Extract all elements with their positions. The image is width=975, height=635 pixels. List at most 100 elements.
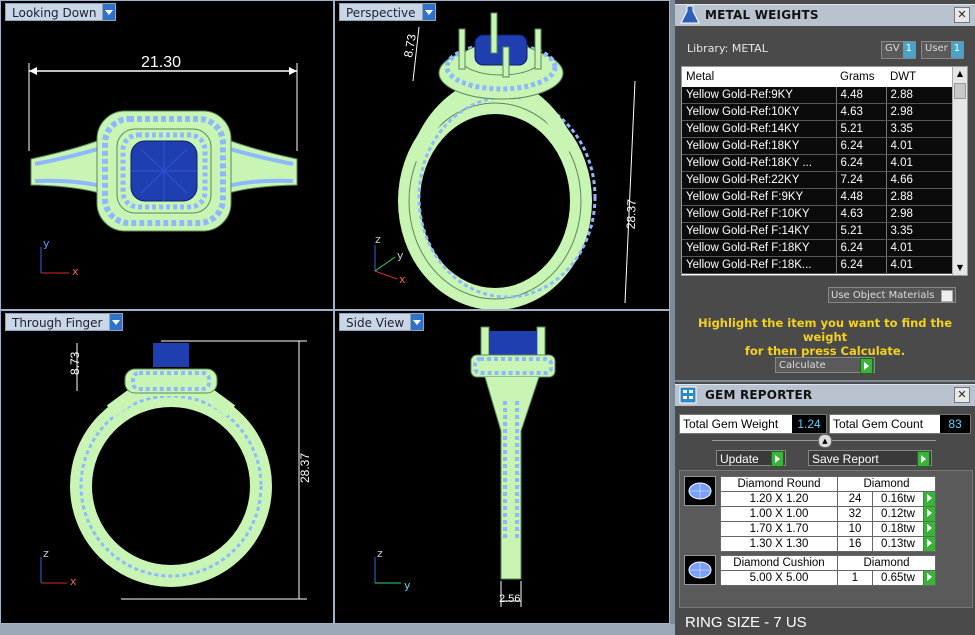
axis-label: y: [397, 249, 404, 262]
gem-row-action[interactable]: [923, 570, 936, 586]
table-cell: 5.21: [836, 222, 887, 240]
gem-cell: 24: [837, 491, 873, 507]
viewport-tab[interactable]: Side View: [339, 313, 425, 331]
hint-line: Highlight the item you want to find the …: [698, 316, 952, 344]
gem-cell: 1.20 X 1.20: [720, 491, 838, 507]
scrollbar[interactable]: ▲ ▼: [952, 67, 967, 275]
gem-cell: 0.16tw: [872, 491, 924, 507]
viewport-label: Perspective: [339, 3, 423, 21]
table-cell: Yellow Gold-Ref F:14KY: [682, 222, 837, 240]
table-row[interactable]: Yellow Gold-Ref:14KY 5.21 3.35: [682, 120, 957, 138]
scroll-thumb[interactable]: [954, 83, 966, 99]
axis-label: x: [70, 575, 77, 588]
gem-row[interactable]: 1.20 X 1.20 24 0.16tw: [720, 491, 936, 507]
table-row[interactable]: Yellow Gold-Ref:18KY 6.24 4.01: [682, 137, 957, 155]
table-cell: 3.35: [886, 120, 957, 138]
use-object-materials-checkbox[interactable]: Use Object Materials: [828, 287, 956, 303]
column-header[interactable]: DWT: [886, 67, 956, 87]
save-report-button[interactable]: Save Report: [808, 450, 932, 467]
play-icon[interactable]: [927, 539, 932, 547]
round-diamond-icon: [684, 476, 716, 506]
gv-label: GV: [885, 43, 900, 54]
viewport-perspective[interactable]: Perspective 8.73 28.37 2.3 z y x: [334, 0, 670, 310]
axis-label: y: [43, 237, 50, 250]
table-row[interactable]: Yellow Gold-Ref:10KY 4.63 2.98: [682, 103, 957, 121]
checkbox-icon[interactable]: [941, 290, 953, 302]
play-icon[interactable]: [917, 451, 930, 467]
table-row[interactable]: Yellow Gold-Ref F:18K... 6.24 4.01: [682, 256, 957, 274]
panel-titlebar[interactable]: GEM REPORTER ✕: [675, 384, 975, 406]
viewport-side-view[interactable]: Side View 2.56 z y: [334, 310, 670, 624]
table-cell: Yellow Gold-Ref:22KY: [682, 171, 837, 189]
table-cell: 4.63: [836, 103, 887, 121]
table-row[interactable]: Yellow Gold-Ref F:14KY 5.21 3.35: [682, 222, 957, 240]
viewport-label: Looking Down: [5, 3, 104, 21]
close-icon[interactable]: ✕: [954, 7, 970, 23]
slider-handle[interactable]: ▲: [818, 434, 832, 448]
table-cell: Yellow Gold-Ref F:18KY: [682, 239, 837, 257]
close-icon[interactable]: ✕: [954, 387, 970, 403]
table-cell: 4.66: [886, 171, 957, 189]
gem-row-action[interactable]: [923, 536, 936, 552]
panel-title: METAL WEIGHTS: [705, 8, 819, 22]
table-cell: 2.88: [886, 188, 957, 206]
save-report-label: Save Report: [812, 452, 879, 466]
gv-toggle[interactable]: GV 1: [881, 41, 916, 59]
viewport-tab[interactable]: Through Finger: [5, 313, 123, 331]
table-cell: 6.24: [836, 256, 887, 274]
scroll-down-icon[interactable]: ▼: [953, 261, 967, 275]
table-row[interactable]: Yellow Gold-Ref:22KY 7.24 4.66: [682, 171, 957, 189]
total-gem-weight-value: 1.24: [792, 415, 826, 433]
column-header[interactable]: Grams: [836, 67, 886, 87]
viewport-label: Side View: [339, 313, 412, 331]
table-cell: Yellow Gold-Ref:14KY: [682, 120, 837, 138]
gem-shape-label: Diamond Round: [720, 476, 838, 492]
ring-size-label: RING SIZE - 7 US: [685, 614, 807, 631]
gem-row[interactable]: 1.70 X 1.70 10 0.18tw: [720, 521, 936, 537]
table-row[interactable]: Yellow Gold-Ref F:9KY 4.48 2.88: [682, 188, 957, 206]
gem-row-action[interactable]: [923, 491, 936, 507]
metal-table[interactable]: Metal Grams DWT Yellow Gold-Ref:9KY 4.48 2…: [681, 66, 968, 276]
column-header[interactable]: Metal: [682, 67, 836, 87]
gem-table[interactable]: Diamond Round Diamond 1.20 X 1.20 24 0.16tw 1…: [684, 476, 936, 589]
calculate-button[interactable]: Calculate: [775, 357, 875, 374]
scroll-up-icon[interactable]: ▲: [953, 67, 967, 81]
cushion-diamond-icon: [684, 555, 716, 585]
gem-row-action[interactable]: [923, 521, 936, 537]
table-row[interactable]: Yellow Gold-Ref:18KY ... 6.24 4.01: [682, 154, 957, 172]
viewport-looking-down[interactable]: Looking Down 21.30 y x: [0, 0, 334, 310]
update-label: Update: [720, 452, 759, 466]
table-row[interactable]: Yellow Gold-Ref F:10KY 4.63 2.98: [682, 205, 957, 223]
gem-row[interactable]: 5.00 X 5.00 1 0.65tw: [720, 570, 936, 586]
gem-row-action[interactable]: [923, 506, 936, 522]
chevron-down-icon[interactable]: [422, 3, 436, 21]
update-button[interactable]: Update: [716, 450, 786, 467]
viewport-label: Through Finger: [5, 313, 110, 331]
gem-row[interactable]: 1.00 X 1.00 32 0.12tw: [720, 506, 936, 522]
viewport-through-finger[interactable]: Through Finger 8.73 28.37 z x: [0, 310, 334, 624]
table-row[interactable]: Yellow Gold-Ref F:18KY 6.24 4.01: [682, 239, 957, 257]
chevron-down-icon[interactable]: [103, 3, 117, 21]
total-gem-count: Total Gem Count 83: [829, 414, 971, 434]
viewport-tab[interactable]: Perspective: [339, 3, 436, 21]
play-icon[interactable]: [927, 573, 932, 581]
panel-titlebar[interactable]: METAL WEIGHTS ✕: [675, 4, 975, 26]
library-label: Library: METAL: [687, 42, 768, 55]
gem-cell: 0.18tw: [872, 521, 924, 537]
gem-row[interactable]: 1.30 X 1.30 16 0.13tw: [720, 536, 936, 552]
total-gem-count-label: Total Gem Count: [833, 417, 924, 431]
gem-cell: 1.00 X 1.00: [720, 506, 838, 522]
play-icon[interactable]: [927, 509, 932, 517]
viewport-tab[interactable]: Looking Down: [5, 3, 117, 21]
play-icon[interactable]: [771, 451, 784, 467]
table-row[interactable]: Yellow Gold-Ref:9KY 4.48 2.88: [682, 87, 957, 104]
chevron-down-icon[interactable]: [411, 313, 425, 331]
play-icon[interactable]: [860, 358, 873, 374]
total-gem-count-value: 83: [940, 415, 970, 433]
axis-label: z: [375, 233, 381, 246]
play-icon[interactable]: [927, 494, 932, 502]
user-toggle[interactable]: User 1: [921, 41, 965, 59]
play-icon[interactable]: [927, 524, 932, 532]
dimension-label: 28.37: [298, 453, 312, 483]
chevron-down-icon[interactable]: [109, 313, 123, 331]
